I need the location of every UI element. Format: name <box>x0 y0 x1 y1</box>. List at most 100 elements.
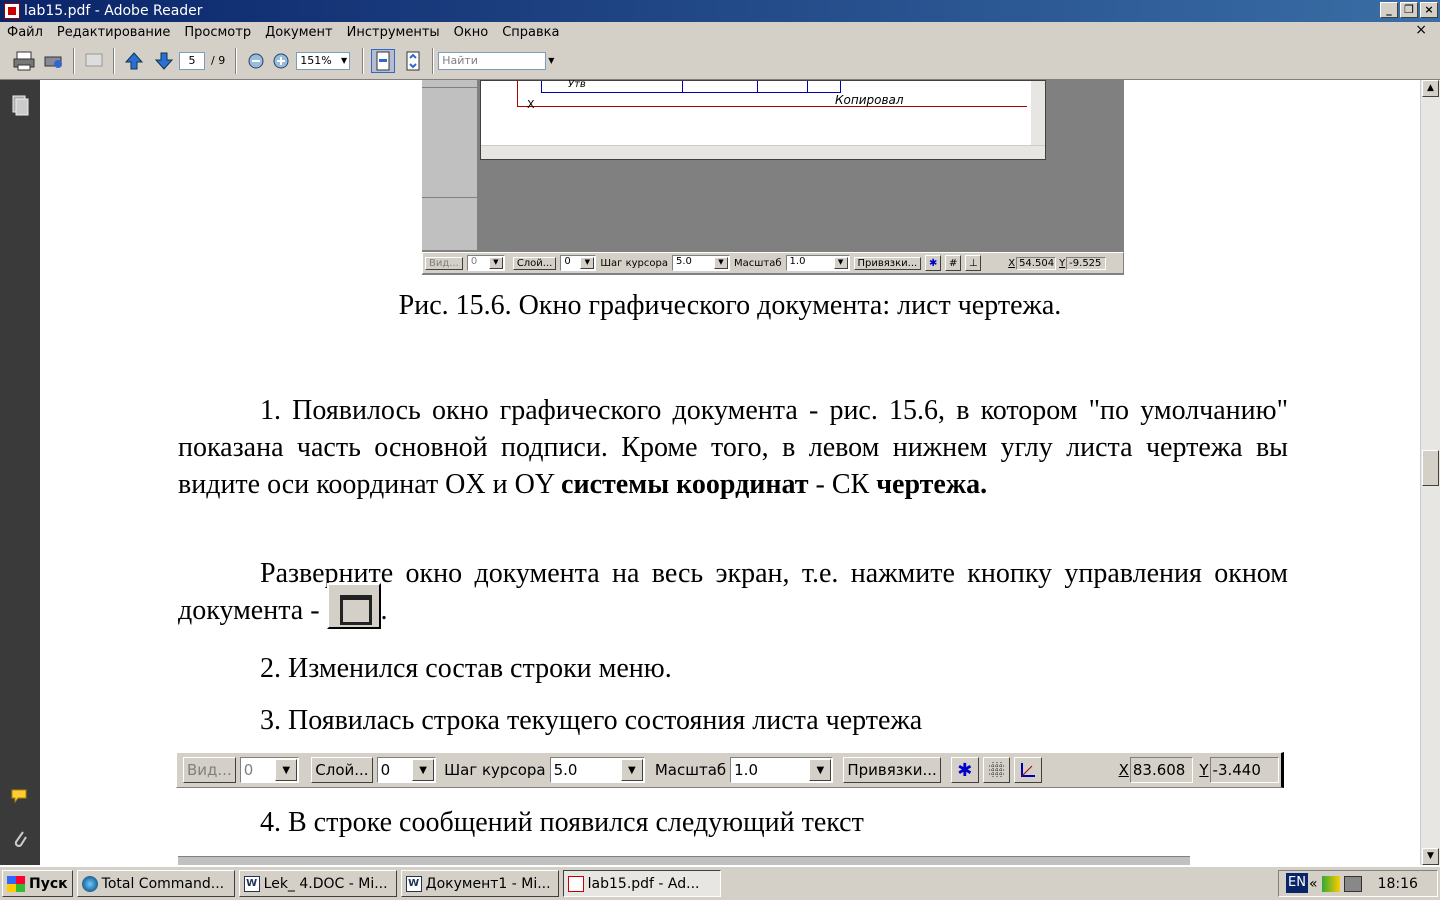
figure-scale-field: 1.0 ▼ <box>785 255 850 271</box>
snaps-button: Привязки... <box>843 757 941 783</box>
figure-drawing-window: Утв X Копировал <box>480 80 1046 160</box>
figure-sheet-label: Утв <box>568 80 586 90</box>
figure-stamp-text: Копировал <box>835 93 904 107</box>
menu-bar: Файл Редактирование Просмотр Документ Ин… <box>0 22 1440 42</box>
message-bar-illustration <box>178 856 1190 865</box>
task-total-commander[interactable]: Total Command... <box>76 870 235 897</box>
start-button[interactable]: Пуск <box>2 870 73 897</box>
paragraph-3-text: 2. Изменился состав строки меню. <box>260 653 672 684</box>
menu-tools[interactable]: Инструменты <box>340 25 447 40</box>
zoom-value: 151% <box>300 53 332 67</box>
step-field: 5.0 ▼ <box>549 757 645 783</box>
scroll-up-icon[interactable]: ▲ <box>1422 80 1439 97</box>
toolbar-separator <box>113 47 115 74</box>
find-input[interactable]: Найти <box>438 51 547 70</box>
snowflake-icon: ✱ <box>950 757 979 783</box>
scroll-thumb[interactable] <box>1422 450 1439 486</box>
figure-y-label: Y <box>1059 257 1066 269</box>
paragraph-2-end: . <box>380 595 388 626</box>
chevron-down-icon: ▼ <box>341 55 348 65</box>
vertical-scrollbar[interactable]: ▲ ▼ <box>1420 80 1440 865</box>
next-page-icon[interactable] <box>152 49 176 73</box>
figure-step-label: Шаг курсора <box>600 257 668 269</box>
minimize-button[interactable]: _ <box>1380 2 1398 18</box>
step-label: Шаг курсора <box>444 761 546 779</box>
task-label: Lek_ 4.DOC - Mi... <box>263 875 388 892</box>
figure-axis-y <box>517 81 518 107</box>
task-label: Total Command... <box>101 875 225 892</box>
layer-button: Слой... <box>311 757 373 783</box>
menu-file[interactable]: Файл <box>0 25 50 40</box>
paragraph-1-text-2: - СК <box>808 469 877 500</box>
local-axes-icon <box>1014 757 1043 783</box>
fit-width-icon[interactable] <box>371 48 396 73</box>
zoom-select[interactable]: 151% ▼ <box>296 51 351 70</box>
comments-icon[interactable] <box>10 788 30 808</box>
menu-help[interactable]: Справка <box>495 25 566 40</box>
find-chevron-icon[interactable]: ▼ <box>548 56 554 65</box>
window-title: lab15.pdf - Adobe Reader <box>24 3 203 19</box>
computer-icon[interactable] <box>1343 875 1362 892</box>
menu-window[interactable]: Окно <box>447 25 496 40</box>
prev-page-icon[interactable] <box>122 49 146 73</box>
paragraph-4: 3. Появилась строка текущего состояния л… <box>178 702 1288 739</box>
zoom-in-icon[interactable] <box>269 49 293 73</box>
paragraph-1-bold-2: чертежа. <box>876 469 988 500</box>
find-placeholder: Найти <box>442 53 478 67</box>
zoom-out-icon[interactable] <box>244 49 268 73</box>
tray-expand-button[interactable]: « <box>1309 876 1318 892</box>
navigation-panel <box>0 80 40 865</box>
task-lek-doc[interactable]: W Lek_ 4.DOC - Mi... <box>238 870 397 897</box>
comment-icon[interactable] <box>82 49 106 73</box>
layer-field: 0 ▼ <box>376 757 437 783</box>
page-total: / 9 <box>211 54 226 67</box>
scroll-down-icon[interactable]: ▼ <box>1422 848 1439 865</box>
figure-x-label: X <box>1008 257 1016 269</box>
figure-axes-icon: ⊥ <box>965 255 982 271</box>
figure-x-value: 54.504 <box>1016 256 1057 270</box>
toolbar-separator <box>362 47 365 74</box>
toolbar-separator <box>235 47 238 74</box>
y-label: Y <box>1199 761 1209 779</box>
pdf-icon <box>567 875 584 892</box>
paragraph-4-text: 3. Появилась строка текущего состояния л… <box>260 705 923 736</box>
title-bar: lab15.pdf - Adobe Reader _ ❐ × <box>0 0 1440 22</box>
restore-button[interactable]: ❐ <box>1400 2 1418 18</box>
taskbar: Пуск Total Command... W Lek_ 4.DOC - Mi.… <box>0 865 1440 900</box>
figure-axis-x-label: X <box>527 98 535 111</box>
x-value: 83.608 <box>1129 757 1194 783</box>
language-indicator[interactable]: EN <box>1286 873 1308 893</box>
figure-title-block: Утв <box>541 80 841 93</box>
page-number-input[interactable]: 5 <box>179 51 205 70</box>
close-button[interactable]: × <box>1420 2 1438 18</box>
menu-edit[interactable]: Редактирование <box>50 25 177 40</box>
print-setup-icon[interactable] <box>42 49 66 73</box>
figure-vscroll <box>1031 81 1045 147</box>
view-field: 0 ▼ <box>239 757 300 783</box>
figure-view-field: 0 ▼ <box>466 255 505 271</box>
figure-left-panel <box>422 80 478 250</box>
start-label: Пуск <box>29 875 68 892</box>
task-lab15-pdf[interactable]: lab15.pdf - Ad... <box>562 870 721 897</box>
scale-label: Масштаб <box>654 761 727 779</box>
menu-document[interactable]: Документ <box>258 25 340 40</box>
task-document1[interactable]: W Документ1 - Mi... <box>400 870 559 897</box>
print-icon[interactable] <box>12 49 36 73</box>
menu-view[interactable]: Просмотр <box>177 25 258 40</box>
figure-grid-icon: # <box>945 255 962 271</box>
document-close-button[interactable]: × <box>1408 22 1434 38</box>
paragraph-1-bold-1: системы координат <box>561 469 809 500</box>
pages-icon[interactable] <box>10 94 30 116</box>
figure-layer-button: Слой... <box>512 256 557 270</box>
view-button: Вид... <box>183 757 236 783</box>
figure-snaps-button: Привязки... <box>853 256 922 270</box>
attachment-icon[interactable] <box>10 828 30 848</box>
clock[interactable]: 18:16 <box>1378 876 1418 892</box>
pdf-app-icon <box>4 3 20 19</box>
paragraph-5: 4. В строке сообщений появился следующий… <box>178 804 1288 841</box>
figure-hscroll <box>481 145 1045 159</box>
fit-page-icon[interactable] <box>401 49 425 73</box>
toolbar: 5 / 9 151% ▼ Найти ▼ <box>0 42 1440 80</box>
network-icon[interactable] <box>1321 875 1340 892</box>
toolbar-separator <box>73 47 75 74</box>
